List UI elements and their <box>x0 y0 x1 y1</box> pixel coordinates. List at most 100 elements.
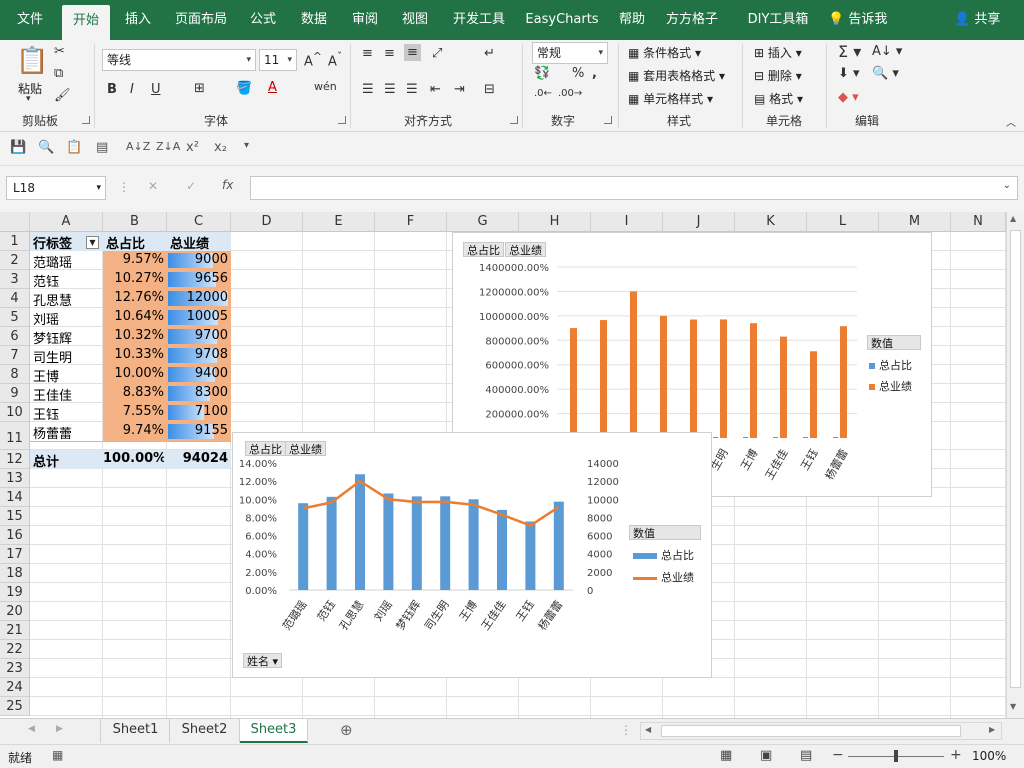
find-select-icon[interactable]: 🔍 ▾ <box>872 66 899 81</box>
cell-styles-button[interactable]: ▦ 单元格样式 ▾ <box>628 90 713 107</box>
cell-name[interactable]: 范璐瑶 <box>33 252 72 271</box>
decrease-font-icon[interactable]: Aˇ <box>328 50 342 69</box>
zoom-in-icon[interactable]: + <box>950 747 962 763</box>
field-button-ratio[interactable]: 总占比 <box>463 242 504 257</box>
align-left-icon[interactable]: ☰ <box>362 82 374 97</box>
currency-icon[interactable]: 💱 <box>534 66 550 81</box>
cell-ratio[interactable]: 10.33% <box>103 347 164 362</box>
horizontal-scroll-thumb[interactable] <box>661 725 961 737</box>
cell-ratio[interactable]: 7.55% <box>103 404 164 419</box>
clipboard-launcher[interactable] <box>82 116 90 124</box>
sheet-tab-sheet2[interactable]: Sheet2 <box>170 719 240 743</box>
chart-1-legend-title[interactable]: 数值 <box>867 335 921 350</box>
ribbon-tab[interactable]: 开始 <box>62 5 110 40</box>
scroll-right-icon[interactable]: ▶ <box>989 725 995 734</box>
ribbon-tab[interactable]: 数据 <box>288 0 340 40</box>
row-header[interactable]: 15 <box>0 507 30 526</box>
column-header[interactable]: F <box>375 212 447 232</box>
cell-ratio[interactable]: 9.74% <box>103 423 164 438</box>
sort-filter-icon[interactable]: A↓ ▾ <box>872 44 902 59</box>
add-sheet-icon[interactable]: ⊕ <box>340 721 353 739</box>
row-header[interactable]: 7 <box>0 346 30 365</box>
scroll-left-icon[interactable]: ◀ <box>645 725 651 734</box>
scroll-left-icon[interactable]: ◀ <box>28 724 35 734</box>
column-header[interactable]: H <box>519 212 591 232</box>
collapse-ribbon-icon[interactable]: ︿ <box>1006 114 1016 129</box>
cell-sales[interactable]: 9656 <box>166 271 228 286</box>
ribbon-tab[interactable]: DIY工具箱 <box>736 0 820 40</box>
name-box[interactable]: L18 ▾ <box>6 176 106 200</box>
scroll-right-icon[interactable]: ▶ <box>56 724 63 734</box>
field-button-sales[interactable]: 总业绩 <box>505 242 546 257</box>
ribbon-tab[interactable]: 公式 <box>240 0 286 40</box>
cell-name[interactable]: 范钰 <box>33 271 59 290</box>
filter-dropdown-icon[interactable]: ▼ <box>86 236 99 249</box>
row-header[interactable]: 14 <box>0 488 30 507</box>
italic-icon[interactable]: I <box>130 82 134 97</box>
select-all-corner[interactable] <box>0 212 30 232</box>
cell-name[interactable]: 孔思慧 <box>33 290 72 309</box>
ribbon-tab[interactable]: 文件 <box>0 0 60 40</box>
row-header[interactable]: 8 <box>0 365 30 384</box>
row-header[interactable]: 21 <box>0 621 30 640</box>
align-middle-icon[interactable]: ≡ <box>384 46 395 61</box>
align-right-icon[interactable]: ☰ <box>406 82 418 97</box>
ribbon-tab[interactable]: 开发工具 <box>444 0 514 40</box>
paste-icon[interactable]: 📋 <box>16 46 48 76</box>
chart-2-legend-title[interactable]: 数值 <box>629 525 701 540</box>
cell-sales[interactable]: 8300 <box>166 385 228 400</box>
decrease-decimal-icon[interactable]: .00→ <box>558 88 582 99</box>
cell-ratio[interactable]: 9.57% <box>103 252 164 267</box>
ribbon-tab[interactable]: EasyCharts <box>516 0 608 40</box>
increase-font-icon[interactable]: A^ <box>304 50 322 69</box>
ribbon-tab[interactable]: 审阅 <box>342 0 388 40</box>
zoom-level[interactable]: 100% <box>972 749 1006 763</box>
column-header[interactable]: C <box>167 212 231 232</box>
ribbon-tab[interactable]: 帮助 <box>610 0 654 40</box>
print-preview-icon[interactable]: 🔍 <box>38 140 54 155</box>
row-header[interactable]: 6 <box>0 327 30 346</box>
alignment-launcher[interactable] <box>510 116 518 124</box>
sort-descending-icon[interactable]: Z↓A <box>156 140 180 153</box>
scroll-up-icon[interactable]: ▲ <box>1010 214 1016 223</box>
merge-center-icon[interactable]: ⊟ <box>484 82 495 97</box>
sheet-tab-sheet3[interactable]: Sheet3 <box>240 719 308 743</box>
vertical-scrollbar[interactable]: ▲ ▼ <box>1006 212 1024 718</box>
fill-icon[interactable]: ⬇ ▾ <box>838 66 860 81</box>
row-header[interactable]: 3 <box>0 270 30 289</box>
cell-sales[interactable]: 10005 <box>166 309 228 324</box>
fill-color-icon[interactable]: 🪣 <box>236 81 252 96</box>
row-header[interactable]: 17 <box>0 545 30 564</box>
cell-sales[interactable]: 9400 <box>166 366 228 381</box>
cell-name[interactable]: 刘瑶 <box>33 309 59 328</box>
cell-name[interactable]: 王佳佳 <box>33 385 72 404</box>
cell-name[interactable]: 杨蕾蕾 <box>33 423 72 442</box>
row-header[interactable]: 10 <box>0 403 30 422</box>
row-header[interactable]: 2 <box>0 251 30 270</box>
column-header[interactable]: L <box>807 212 879 232</box>
increase-indent-icon[interactable]: ⇥ <box>454 82 465 97</box>
scroll-down-icon[interactable]: ▼ <box>1010 702 1016 711</box>
font-launcher[interactable] <box>338 116 346 124</box>
align-top-icon[interactable]: ≡ <box>362 46 373 61</box>
copy-icon[interactable]: ⧉ <box>54 66 63 81</box>
format-as-table-button[interactable]: ▦ 套用表格格式 ▾ <box>628 67 725 84</box>
cell-ratio[interactable]: 10.00% <box>103 366 164 381</box>
row-header[interactable]: 24 <box>0 678 30 697</box>
field-button-ratio[interactable]: 总占比 <box>245 441 286 456</box>
formula-input[interactable]: ⌄ <box>250 176 1018 200</box>
column-header[interactable]: M <box>879 212 951 232</box>
row-header[interactable]: 20 <box>0 602 30 621</box>
cell-sales[interactable]: 9000 <box>166 252 228 267</box>
horizontal-scrollbar[interactable]: ◀ ▶ <box>640 722 1002 740</box>
row-header[interactable]: 25 <box>0 697 30 716</box>
wrap-text-icon[interactable]: ↵ <box>484 46 495 61</box>
row-header[interactable]: 11 <box>0 422 30 450</box>
cell-ratio[interactable]: 10.32% <box>103 328 164 343</box>
cell-ratio[interactable]: 8.83% <box>103 385 164 400</box>
row-header[interactable]: 16 <box>0 526 30 545</box>
cut-icon[interactable]: ✂ <box>54 44 65 59</box>
axis-field-button[interactable]: 姓名 ▾ <box>243 653 283 668</box>
zoom-slider-thumb[interactable] <box>894 750 898 762</box>
insert-cells-button[interactable]: ⊞ 插入 ▾ <box>754 44 802 61</box>
